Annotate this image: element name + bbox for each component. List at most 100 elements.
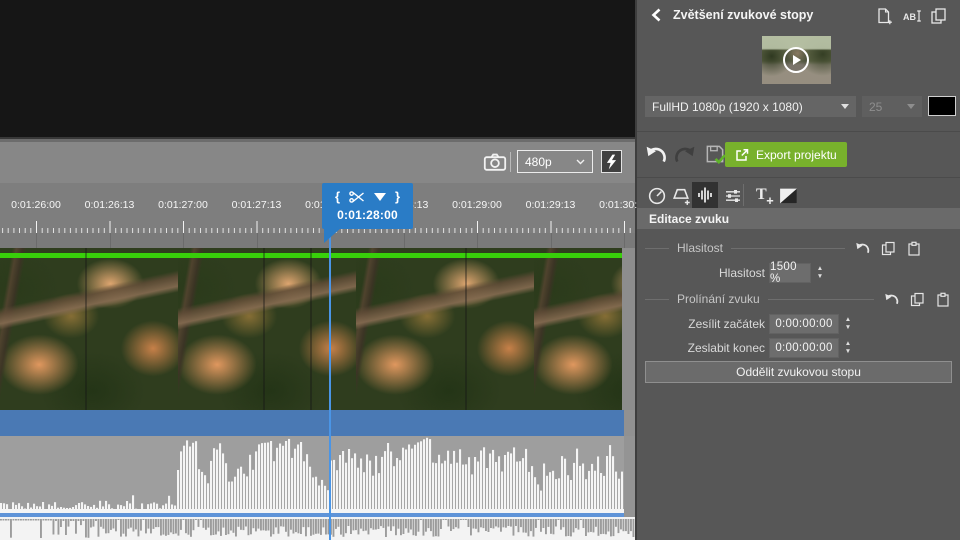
tools-separator — [743, 184, 744, 206]
duplicate-pages-icon — [930, 7, 948, 25]
export-project-button[interactable]: Export projektu — [725, 142, 847, 167]
undo-button[interactable] — [645, 144, 667, 166]
section-title: Editace zvuku — [649, 212, 729, 226]
volume-stepper[interactable]: ▲ ▼ — [814, 263, 826, 283]
export-icon — [735, 148, 749, 162]
timeline-ruler[interactable]: 0:01:26:000:01:26:130:01:27:000:01:27:13… — [0, 183, 637, 233]
text-plus-icon: T — [753, 183, 775, 206]
ruler-label: 0:01:29:00 — [452, 199, 502, 211]
redo-button[interactable] — [674, 144, 696, 166]
waveform-graphic — [0, 436, 624, 513]
effects-button[interactable] — [601, 150, 622, 173]
tab-speed[interactable] — [647, 186, 669, 206]
ruler-gridline — [36, 233, 37, 248]
track-header-strip — [0, 233, 637, 248]
project-thumbnail[interactable] — [762, 36, 831, 84]
playhead-line[interactable] — [329, 229, 331, 540]
undo-icon — [855, 241, 870, 256]
stepper-up-icon[interactable]: ▲ — [845, 341, 851, 348]
ruler-gridline — [477, 233, 478, 248]
volume-field-label: Hlasitost — [645, 266, 765, 280]
scissors-cut-icon[interactable] — [349, 191, 365, 203]
chevron-down-icon — [576, 159, 585, 165]
set-in-point-button[interactable]: { — [335, 190, 340, 203]
tab-audio-active[interactable] — [692, 182, 718, 208]
set-out-point-button[interactable]: } — [395, 190, 400, 203]
fade-out-stepper[interactable]: ▲ ▼ — [842, 338, 854, 358]
transition-icon — [778, 186, 799, 206]
resolution-value: FullHD 1080p (1920 x 1080) — [652, 100, 803, 114]
resolution-select[interactable]: FullHD 1080p (1920 x 1080) — [645, 96, 856, 117]
add-page-icon — [875, 7, 893, 25]
stepper-down-icon[interactable]: ▼ — [845, 349, 851, 356]
panel-header: Zvětšení zvukové stopy AB — [637, 0, 960, 30]
framerate-select[interactable]: 25 — [862, 96, 922, 117]
ruler-label: 0:01:26:00 — [11, 199, 61, 211]
framerate-value: 25 — [869, 100, 882, 114]
duplicate-button[interactable] — [930, 7, 950, 25]
undo-icon — [645, 144, 667, 166]
stepper-up-icon[interactable]: ▲ — [817, 266, 823, 273]
fade-in-stepper[interactable]: ▲ ▼ — [842, 314, 854, 334]
tab-add-text[interactable]: T — [753, 183, 775, 203]
stepper-down-icon[interactable]: ▼ — [845, 325, 851, 332]
ruler-gridline — [183, 233, 184, 248]
copy-icon — [910, 292, 925, 307]
save-floppy-icon — [703, 142, 727, 166]
play-button[interactable] — [783, 47, 809, 73]
clip-frame-seam — [310, 248, 312, 410]
volume-input[interactable]: 1500 % — [769, 263, 811, 283]
volume-reset-button[interactable] — [855, 241, 871, 256]
panel-divider — [637, 177, 960, 178]
video-preview-area[interactable] — [0, 0, 637, 137]
ruler-gridline — [110, 233, 111, 248]
audio-waveform-row — [0, 436, 637, 517]
fade-copy-button[interactable] — [910, 292, 926, 307]
separate-audio-button[interactable]: Oddělit zvukovou stopu — [645, 361, 952, 383]
audio-link-bar[interactable] — [0, 410, 624, 436]
volume-group-header: Hlasitost — [645, 240, 923, 256]
copy-icon — [881, 241, 896, 256]
fade-reset-button[interactable] — [884, 292, 900, 307]
save-button[interactable] — [703, 142, 727, 166]
fade-paste-button[interactable] — [936, 292, 952, 307]
tab-transition[interactable] — [778, 186, 800, 206]
keystone-plus-icon — [671, 186, 692, 206]
fade-out-label: Zeslabit konec — [645, 341, 765, 355]
volume-paste-button[interactable] — [907, 241, 923, 256]
video-track[interactable] — [0, 248, 637, 410]
back-button[interactable] — [649, 7, 665, 23]
clock-speed-icon — [647, 186, 667, 206]
ruler-gridline — [551, 233, 552, 248]
clip-frame-seam — [85, 248, 87, 410]
add-page-button[interactable] — [875, 7, 895, 25]
tab-transform[interactable] — [671, 186, 693, 206]
fade-in-input[interactable]: 0:00:00:00 — [769, 314, 839, 334]
tab-adjustments[interactable] — [723, 186, 745, 206]
volume-copy-button[interactable] — [881, 241, 897, 256]
preview-quality-select[interactable]: 480p — [517, 150, 593, 173]
add-marker-icon[interactable] — [374, 193, 386, 201]
fade-out-input[interactable]: 0:00:00:00 — [769, 338, 839, 358]
ruler-gridline — [257, 233, 258, 248]
redo-icon — [674, 144, 696, 166]
dropdown-caret-icon — [841, 104, 849, 109]
panel-title: Zvětšení zvukové stopy — [673, 8, 813, 22]
ruler-label: 0:01:27:00 — [158, 199, 208, 211]
playhead-flag[interactable]: { } 0:01:28:00 — [322, 183, 413, 229]
ruler-gridline — [404, 233, 405, 248]
audio-waveform-zoomed[interactable] — [0, 436, 624, 513]
stepper-up-icon[interactable]: ▲ — [845, 317, 851, 324]
background-color-swatch[interactable] — [928, 96, 956, 116]
svg-text:T: T — [756, 186, 767, 203]
rename-icon: AB — [903, 7, 923, 25]
stepper-down-icon[interactable]: ▼ — [817, 274, 823, 281]
play-icon — [793, 55, 801, 65]
paste-clipboard-icon — [936, 292, 950, 307]
ruler-label: 0:01:29:13 — [526, 199, 576, 211]
audio-track-compact[interactable] — [0, 517, 637, 540]
snapshot-camera-button[interactable] — [483, 152, 507, 172]
rename-button[interactable]: AB — [903, 7, 923, 25]
ruler-label: 0:01:30:00 — [599, 199, 637, 211]
sliders-icon — [723, 186, 743, 206]
